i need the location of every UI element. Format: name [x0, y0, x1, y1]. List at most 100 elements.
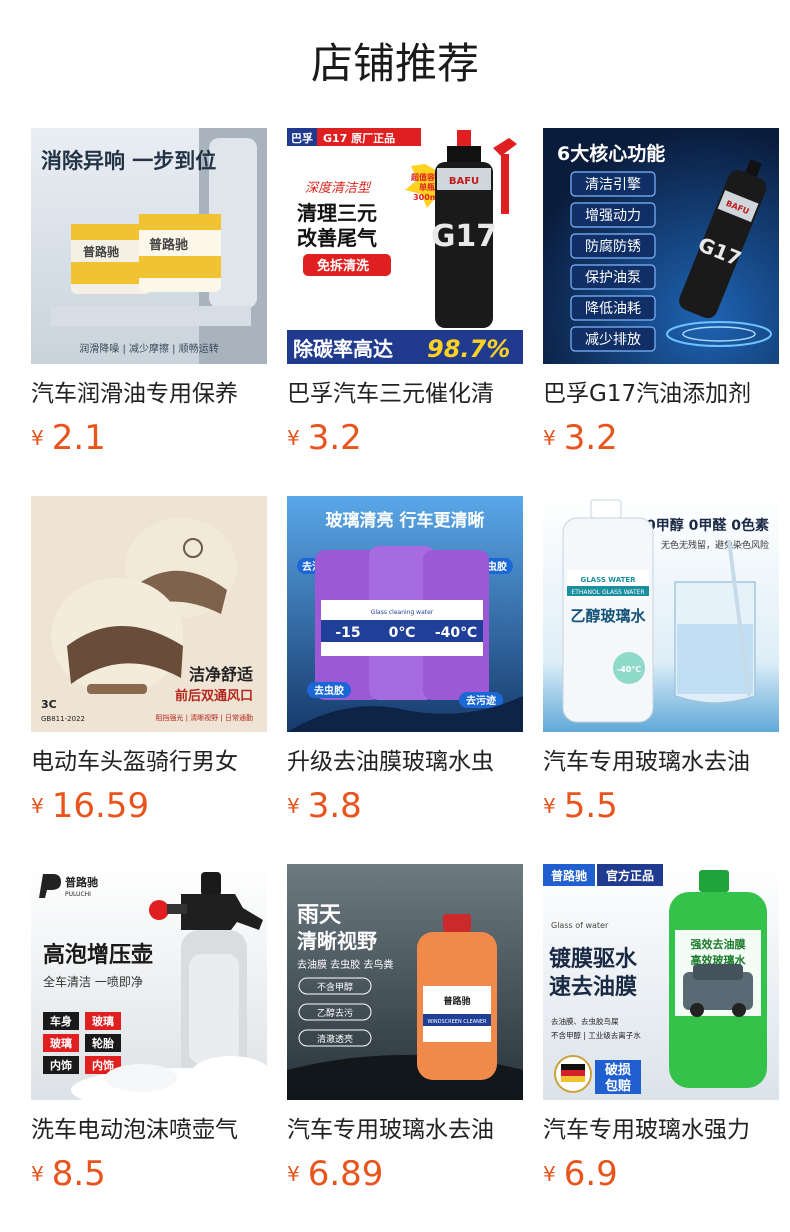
svg-text:乙醇去污: 乙醇去污: [317, 1007, 353, 1019]
product-card[interactable]: 巴孚 G17 原厂正品 深度清洁型 清理三元 改善尾气 免拆清洗 超值容量 单瓶…: [287, 128, 523, 458]
product-image[interactable]: 0甲醇 0甲醛 0色素 无色无残留，避免染色风险 GLASS WATER ETH…: [543, 496, 779, 732]
svg-text:Glass of water: Glass of water: [551, 921, 609, 930]
svg-text:玻璃清亮 行车更清晰: 玻璃清亮 行车更清晰: [326, 510, 485, 531]
svg-text:普路驰: 普路驰: [149, 237, 188, 253]
product-price: ¥6.89: [287, 1152, 383, 1196]
product-card[interactable]: 普路驰 官方正品 Glass of water 镀膜驱水 速去油膜 去油膜、去虫…: [543, 864, 779, 1194]
svg-text:GLASS WATER: GLASS WATER: [580, 576, 636, 584]
price-value: 6.9: [563, 1154, 618, 1194]
svg-text:高泡增压壶: 高泡增压壶: [43, 942, 153, 968]
svg-text:雨天: 雨天: [297, 903, 342, 928]
svg-text:玻璃: 玻璃: [50, 1036, 72, 1050]
product-card[interactable]: 洁净舒适 前后双通风口 3C GB811-2022 阻挡强光 | 清晰视野 | …: [31, 496, 267, 826]
svg-text:内饰: 内饰: [50, 1058, 72, 1072]
product-title[interactable]: 汽车专用玻璃水强力: [543, 1114, 779, 1146]
product-card[interactable]: 消除异响 一步到位 普路驰 普路驰 润滑降噪 | 减少摩擦 | 顺畅运转 汽车润…: [31, 128, 267, 458]
currency-symbol: ¥: [287, 794, 300, 818]
product-title[interactable]: 汽车润滑油专用保养: [31, 378, 267, 410]
price-value: 6.89: [307, 1154, 384, 1194]
product-image[interactable]: 普路驰 PULUCHI 高泡增压壶 全车清洁 一喷即净 车身 玻璃 玻璃 轮胎 …: [31, 864, 267, 1100]
currency-symbol: ¥: [543, 794, 556, 818]
svg-text:去油膜、去虫胶鸟屎: 去油膜、去虫胶鸟屎: [551, 1016, 619, 1026]
svg-text:-40℃: -40℃: [435, 625, 477, 641]
product-grid: 消除异响 一步到位 普路驰 普路驰 润滑降噪 | 减少摩擦 | 顺畅运转 汽车润…: [31, 128, 781, 1194]
svg-text:单瓶: 单瓶: [419, 182, 435, 192]
svg-text:G17 原厂正品: G17 原厂正品: [323, 132, 395, 145]
product-price: ¥6.9: [543, 1152, 618, 1196]
svg-text:98.7%: 98.7%: [427, 335, 510, 363]
product-title[interactable]: 洗车电动泡沫喷壶气: [31, 1114, 267, 1146]
svg-text:普路驰: 普路驰: [551, 868, 587, 883]
product-image-ethanol-glass-water: 0甲醇 0甲醛 0色素 无色无残留，避免染色风险 GLASS WATER ETH…: [543, 496, 779, 732]
svg-text:改善尾气: 改善尾气: [297, 226, 377, 250]
price-value: 5.5: [563, 786, 618, 826]
currency-symbol: ¥: [31, 1162, 44, 1186]
svg-text:去油膜 去虫胶 去鸟粪: 去油膜 去虫胶 去鸟粪: [297, 958, 393, 971]
product-image-foam-sprayer: 普路驰 PULUCHI 高泡增压壶 全车清洁 一喷即净 车身 玻璃 玻璃 轮胎 …: [31, 864, 267, 1100]
svg-text:消除异响 一步到位: 消除异响 一步到位: [41, 149, 216, 173]
currency-symbol: ¥: [543, 426, 556, 450]
product-card[interactable]: 0甲醇 0甲醛 0色素 无色无残留，避免染色风险 GLASS WATER ETH…: [543, 496, 779, 826]
price-value: 3.2: [563, 418, 618, 458]
product-price: ¥16.59: [31, 784, 149, 828]
svg-text:破损: 破损: [605, 1062, 631, 1078]
svg-text:ETHANOL GLASS WATER: ETHANOL GLASS WATER: [571, 589, 644, 596]
product-image[interactable]: 6大核心功能 清洁引擎 增强动力 防腐防锈 保护油泵 降低油耗 减少排放 BAF…: [543, 128, 779, 364]
store-recommendation-page: 店铺推荐 消除异响 一步到位 普路驰 普路驰 润滑降噪 | 减少摩擦 | 顺畅运…: [0, 0, 790, 1232]
product-image[interactable]: 雨天 清晰视野 去油膜 去虫胶 去鸟粪 不含甲醇 乙醇去污 清澈透亮 普路驰 W…: [287, 864, 523, 1100]
product-price: ¥3.2: [543, 416, 618, 460]
product-image-glass-water: 玻璃清亮 行车更清晰 去油膜 去虫胶 -15 0℃ -40: [287, 496, 523, 732]
svg-text:清理三元: 清理三元: [297, 201, 377, 225]
svg-text:车身: 车身: [50, 1014, 72, 1028]
product-title[interactable]: 巴孚汽车三元催化清: [287, 378, 523, 410]
svg-text:深度清洁型: 深度清洁型: [305, 181, 372, 196]
svg-text:除碳率高达: 除碳率高达: [293, 337, 393, 361]
product-title[interactable]: 巴孚G17汽油添加剂: [543, 378, 779, 410]
svg-text:BAFU: BAFU: [449, 176, 479, 187]
product-title[interactable]: 汽车专用玻璃水去油: [287, 1114, 523, 1146]
svg-text:巴孚: 巴孚: [291, 131, 313, 145]
svg-text:降低油耗: 降低油耗: [585, 301, 641, 317]
product-card[interactable]: 6大核心功能 清洁引擎 增强动力 防腐防锈 保护油泵 降低油耗 减少排放 BAF…: [543, 128, 779, 458]
product-image-fuel-additive: 6大核心功能 清洁引擎 增强动力 防腐防锈 保护油泵 降低油耗 减少排放 BAF…: [543, 128, 779, 364]
product-card[interactable]: 普路驰 PULUCHI 高泡增压壶 全车清洁 一喷即净 车身 玻璃 玻璃 轮胎 …: [31, 864, 267, 1194]
svg-text:普路驰: 普路驰: [443, 995, 470, 1007]
currency-symbol: ¥: [31, 426, 44, 450]
product-image[interactable]: 巴孚 G17 原厂正品 深度清洁型 清理三元 改善尾气 免拆清洗 超值容量 单瓶…: [287, 128, 523, 364]
product-title[interactable]: 升级去油膜玻璃水虫: [287, 746, 523, 778]
svg-text:3C: 3C: [41, 698, 57, 711]
svg-text:去虫胶: 去虫胶: [314, 684, 344, 697]
product-price: ¥2.1: [31, 416, 106, 460]
svg-text:免拆清洗: 免拆清洗: [317, 258, 369, 274]
product-image-rain-glass-water: 雨天 清晰视野 去油膜 去虫胶 去鸟粪 不含甲醇 乙醇去污 清澈透亮 普路驰 W…: [287, 864, 523, 1100]
product-image[interactable]: 普路驰 官方正品 Glass of water 镀膜驱水 速去油膜 去油膜、去虫…: [543, 864, 779, 1100]
currency-symbol: ¥: [287, 1162, 300, 1186]
currency-symbol: ¥: [543, 1162, 556, 1186]
svg-text:玻璃: 玻璃: [92, 1014, 114, 1028]
svg-text:轮胎: 轮胎: [92, 1036, 114, 1050]
product-image[interactable]: 玻璃清亮 行车更清晰 去油膜 去虫胶 -15 0℃ -40: [287, 496, 523, 732]
svg-text:官方正品: 官方正品: [606, 868, 654, 883]
svg-text:0甲醇 0甲醛 0色素: 0甲醇 0甲醛 0色素: [646, 517, 769, 534]
product-price: ¥3.2: [287, 416, 362, 460]
product-card[interactable]: 玻璃清亮 行车更清晰 去油膜 去虫胶 -15 0℃ -40: [287, 496, 523, 826]
svg-text:清晰视野: 清晰视野: [297, 929, 377, 953]
svg-text:强效去油膜: 强效去油膜: [691, 937, 746, 951]
svg-text:普路驰: 普路驰: [83, 244, 119, 259]
currency-symbol: ¥: [31, 794, 44, 818]
svg-text:不含甲醇: 不含甲醇: [317, 981, 353, 993]
svg-text:清洁引擎: 清洁引擎: [585, 177, 641, 193]
product-card[interactable]: 雨天 清晰视野 去油膜 去虫胶 去鸟粪 不含甲醇 乙醇去污 清澈透亮 普路驰 W…: [287, 864, 523, 1194]
product-image-helmet: 洁净舒适 前后双通风口 3C GB811-2022 阻挡强光 | 清晰视野 | …: [31, 496, 267, 732]
price-value: 3.8: [307, 786, 362, 826]
product-image[interactable]: 消除异响 一步到位 普路驰 普路驰 润滑降噪 | 减少摩擦 | 顺畅运转: [31, 128, 267, 364]
page-title: 店铺推荐: [310, 39, 479, 88]
svg-text:阻挡强光 | 清晰视野 | 日常通勤: 阻挡强光 | 清晰视野 | 日常通勤: [155, 713, 253, 722]
svg-text:减少排放: 减少排放: [585, 332, 641, 348]
product-image[interactable]: 洁净舒适 前后双通风口 3C GB811-2022 阻挡强光 | 清晰视野 | …: [31, 496, 267, 732]
product-title[interactable]: 汽车专用玻璃水去油: [543, 746, 779, 778]
product-title[interactable]: 电动车头盔骑行男女: [31, 746, 267, 778]
svg-text:Glass cleaning water: Glass cleaning water: [371, 609, 434, 616]
price-value: 8.5: [51, 1154, 106, 1194]
product-price: ¥5.5: [543, 784, 618, 828]
